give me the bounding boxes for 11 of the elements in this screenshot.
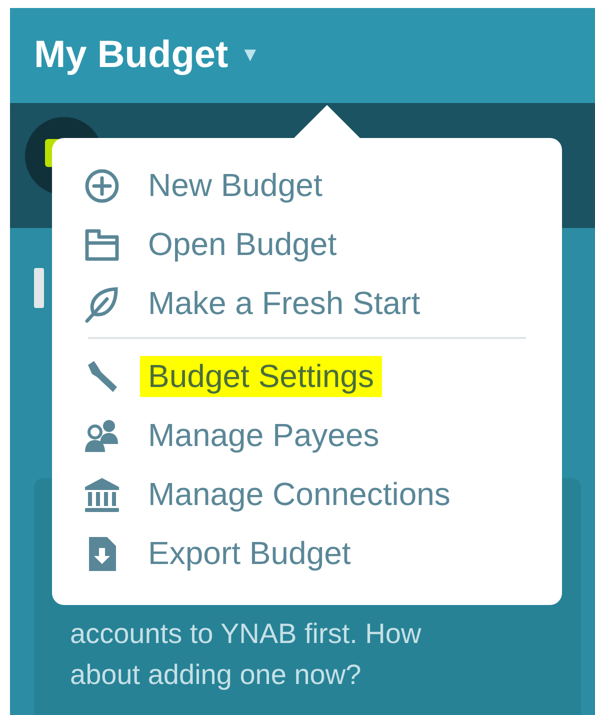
menu-item[interactable]: Budget Settings [82,347,562,406]
card-text: accounts to YNAB first. How about adding one now? [70,617,422,692]
menu-item[interactable]: Open Budget [82,215,562,274]
menu-item[interactable]: Make a Fresh Start [82,274,562,333]
menu-item[interactable]: Manage Connections [82,465,562,524]
menu-item[interactable]: Manage Payees [82,406,562,465]
caret-icon[interactable]: ▼ [240,44,260,67]
menu-item[interactable]: Export Budget [82,524,562,583]
budget-title[interactable]: My Budget [34,34,228,77]
label-stub [34,268,44,308]
menu-item[interactable]: New Budget [82,156,562,215]
